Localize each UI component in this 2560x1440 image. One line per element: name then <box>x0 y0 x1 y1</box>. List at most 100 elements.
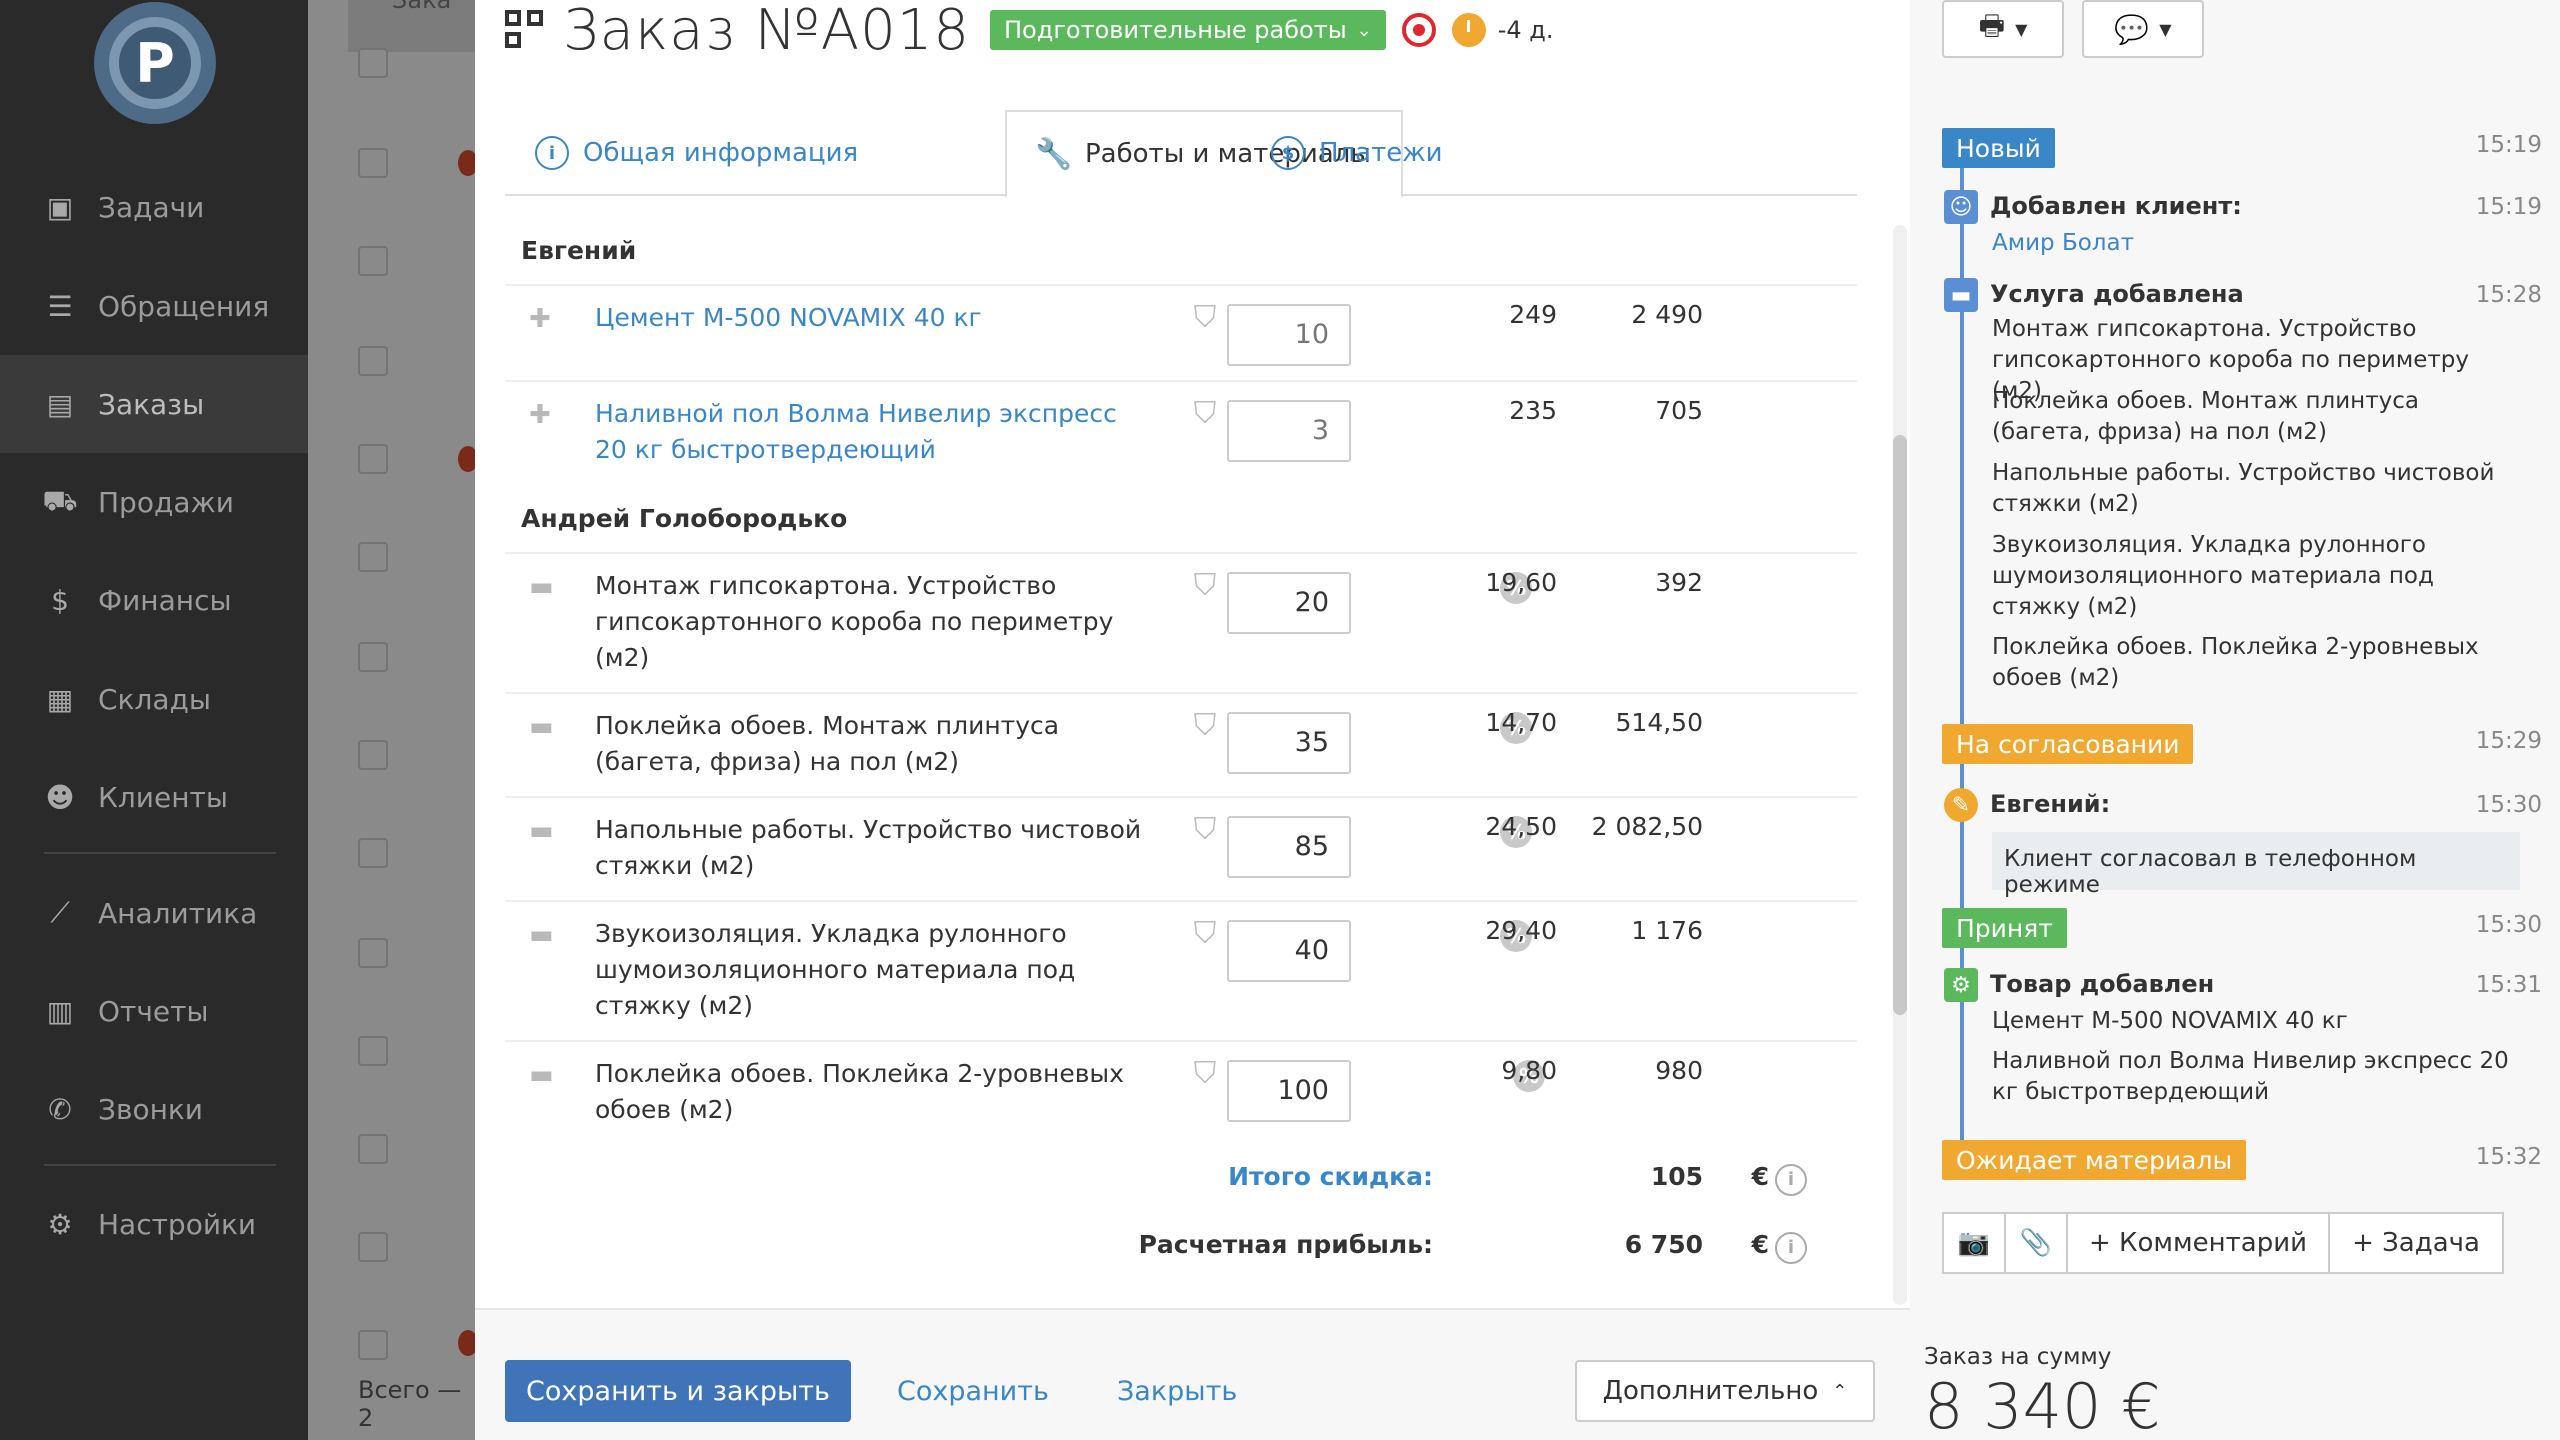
quantity-input[interactable]: 40 <box>1227 920 1351 982</box>
item-sum: 2 490 <box>1631 300 1703 329</box>
row-checkbox[interactable] <box>358 444 388 474</box>
sidebar-item-warehouses[interactable]: ▦ Склады <box>0 650 308 748</box>
item-sum: 514,50 <box>1615 708 1703 737</box>
row-checkbox[interactable] <box>358 1330 388 1360</box>
camera-button[interactable]: 📷 <box>1942 1212 2006 1274</box>
item-name: Напольные работы. Устройство чистовой ст… <box>595 815 1142 880</box>
shield-icon[interactable]: ⛉ <box>1188 916 1222 952</box>
quantity-input[interactable]: 10 <box>1227 304 1351 366</box>
row-checkbox[interactable] <box>358 148 388 178</box>
order-tabs: i Общая информация 🔧 Работы и материалы $ П… <box>505 110 1857 198</box>
order-sum-label: Заказ на сумму <box>1924 1344 2112 1370</box>
deadline-days: -4 д. <box>1497 16 1554 44</box>
info-icon[interactable]: i <box>1775 1232 1807 1264</box>
item-sum: 2 082,50 <box>1591 812 1703 841</box>
briefcase-icon: ▬ <box>529 1060 554 1090</box>
event-time: 15:30 <box>2475 912 2542 938</box>
info-icon[interactable]: i <box>1775 1164 1807 1196</box>
estimated-profit: Расчетная прибыль: 6 750 € i <box>505 1230 1857 1270</box>
row-checkbox[interactable] <box>358 1036 388 1066</box>
quantity-input[interactable]: 20 <box>1227 572 1351 634</box>
boxes-icon: ▦ <box>46 682 74 716</box>
sidebar-item-analytics[interactable]: ⟋ Аналитика <box>0 864 308 962</box>
sidebar-item-label: Продажи <box>98 485 234 519</box>
shield-icon[interactable]: ⛉ <box>1188 708 1222 744</box>
table-icon: ▥ <box>46 994 74 1028</box>
row-checkbox[interactable] <box>358 938 388 968</box>
sidebar-item-reports[interactable]: ▥ Отчеты <box>0 962 308 1060</box>
save-button[interactable]: Сохранить <box>897 1360 1049 1422</box>
row-checkbox[interactable] <box>358 1232 388 1262</box>
row-checkbox[interactable] <box>358 346 388 376</box>
print-button[interactable]: 🖶 ▼ <box>1942 0 2064 58</box>
phone-icon: ✆ <box>48 1092 72 1126</box>
sidebar-item-requests[interactable]: ☰ Обращения <box>0 257 308 355</box>
qr-code-icon[interactable] <box>505 10 545 50</box>
close-button[interactable]: Закрыть <box>1117 1360 1237 1422</box>
row-checkbox[interactable] <box>358 48 388 78</box>
users-icon: ☻ <box>45 780 75 814</box>
sidebar-item-label: Аналитика <box>98 896 258 930</box>
item-name-link[interactable]: Наливной пол Волма Нивелир экспресс 20 к… <box>595 396 1155 468</box>
comment-dropdown-button[interactable]: 💬 ▼ <box>2082 0 2204 58</box>
table-row: ▬ Звукоизоляция. Укладка рулонного шумои… <box>505 900 1857 1040</box>
sidebar-divider <box>44 1164 276 1166</box>
client-link[interactable]: Амир Болат <box>1992 228 2522 259</box>
background-orders-list: Зака Всего — 2 <box>308 0 478 1440</box>
shield-icon[interactable]: ⛉ <box>1188 300 1222 336</box>
tab-general-info[interactable]: i Общая информация <box>505 110 888 196</box>
shield-icon[interactable]: ⛉ <box>1188 396 1222 432</box>
event-time: 15:19 <box>2475 194 2542 220</box>
attach-button[interactable]: 📎 <box>2004 1212 2068 1274</box>
sidebar-item-calls[interactable]: ✆ Звонки <box>0 1060 308 1158</box>
row-checkbox[interactable] <box>358 1134 388 1164</box>
row-checkbox[interactable] <box>358 740 388 770</box>
status-badge-approval: На согласовании <box>1942 724 2194 764</box>
item-price: 249 <box>1509 300 1557 329</box>
estimated-profit-value: 6 750 <box>1624 1230 1703 1259</box>
printer-icon: 🖶 <box>1978 9 2006 42</box>
service-item: Поклейка обоев. Монтаж плинтуса (багета,… <box>1992 388 2419 445</box>
chart-icon: ⟋ <box>50 896 70 929</box>
quantity-input[interactable]: 100 <box>1227 1060 1351 1122</box>
tab-payments[interactable]: $ Платежи <box>1241 110 1473 196</box>
quantity-input[interactable]: 3 <box>1227 400 1351 462</box>
dollar-circle-icon: $ <box>1271 136 1305 170</box>
quantity-input[interactable]: 85 <box>1227 816 1351 878</box>
currency: € <box>1751 1162 1769 1191</box>
order-title: Заказ №A018 <box>563 0 970 63</box>
sidebar-item-clients[interactable]: ☻ Клиенты <box>0 748 308 846</box>
total-discount-label[interactable]: Итого скидка: <box>1228 1162 1433 1191</box>
event-time: 15:32 <box>2475 1144 2542 1170</box>
row-checkbox[interactable] <box>358 542 388 572</box>
row-checkbox[interactable] <box>358 838 388 868</box>
item-name-link[interactable]: Цемент М-500 NOVAMIX 40 кг <box>595 300 1155 336</box>
sidebar-item-label: Задачи <box>98 190 205 224</box>
scrollbar[interactable] <box>1893 225 1907 1305</box>
event-time: 15:28 <box>2475 282 2542 308</box>
save-and-close-button[interactable]: Сохранить и закрыть <box>505 1360 851 1422</box>
sidebar-item-orders[interactable]: ▤ Заказы <box>0 355 308 453</box>
scrollbar-thumb[interactable] <box>1893 435 1907 1015</box>
sidebar-item-sales[interactable]: ⛟ Продажи <box>0 453 308 551</box>
sidebar-item-tasks[interactable]: ▣ Задачи <box>0 158 308 256</box>
add-comment-button[interactable]: + Комментарий <box>2066 1212 2330 1274</box>
row-checkbox[interactable] <box>358 246 388 276</box>
app-logo[interactable]: P <box>94 2 216 124</box>
background-header-text: Зака <box>392 0 452 14</box>
shield-icon[interactable]: ⛉ <box>1188 1056 1222 1092</box>
camera-icon: 📷 <box>1957 1228 1991 1258</box>
total-discount-value: 105 <box>1650 1162 1703 1191</box>
gear-product-icon: ⚙ <box>1944 968 1978 1002</box>
sidebar-item-settings[interactable]: ⚙ Настройки <box>0 1175 308 1273</box>
puzzle-icon: ✚ <box>529 304 551 334</box>
shield-icon[interactable]: ⛉ <box>1188 812 1222 848</box>
more-actions-button[interactable]: Дополнительно ⌃ <box>1575 1360 1875 1422</box>
quantity-input[interactable]: 35 <box>1227 712 1351 774</box>
shield-icon[interactable]: ⛉ <box>1188 568 1222 604</box>
status-dropdown[interactable]: Подготовительные работы ⌄ <box>990 10 1386 50</box>
sidebar-item-finance[interactable]: $ Финансы <box>0 551 308 649</box>
add-task-button[interactable]: + Задача <box>2328 1212 2504 1274</box>
cart-icon: ⛟ <box>42 483 78 517</box>
row-checkbox[interactable] <box>358 642 388 672</box>
